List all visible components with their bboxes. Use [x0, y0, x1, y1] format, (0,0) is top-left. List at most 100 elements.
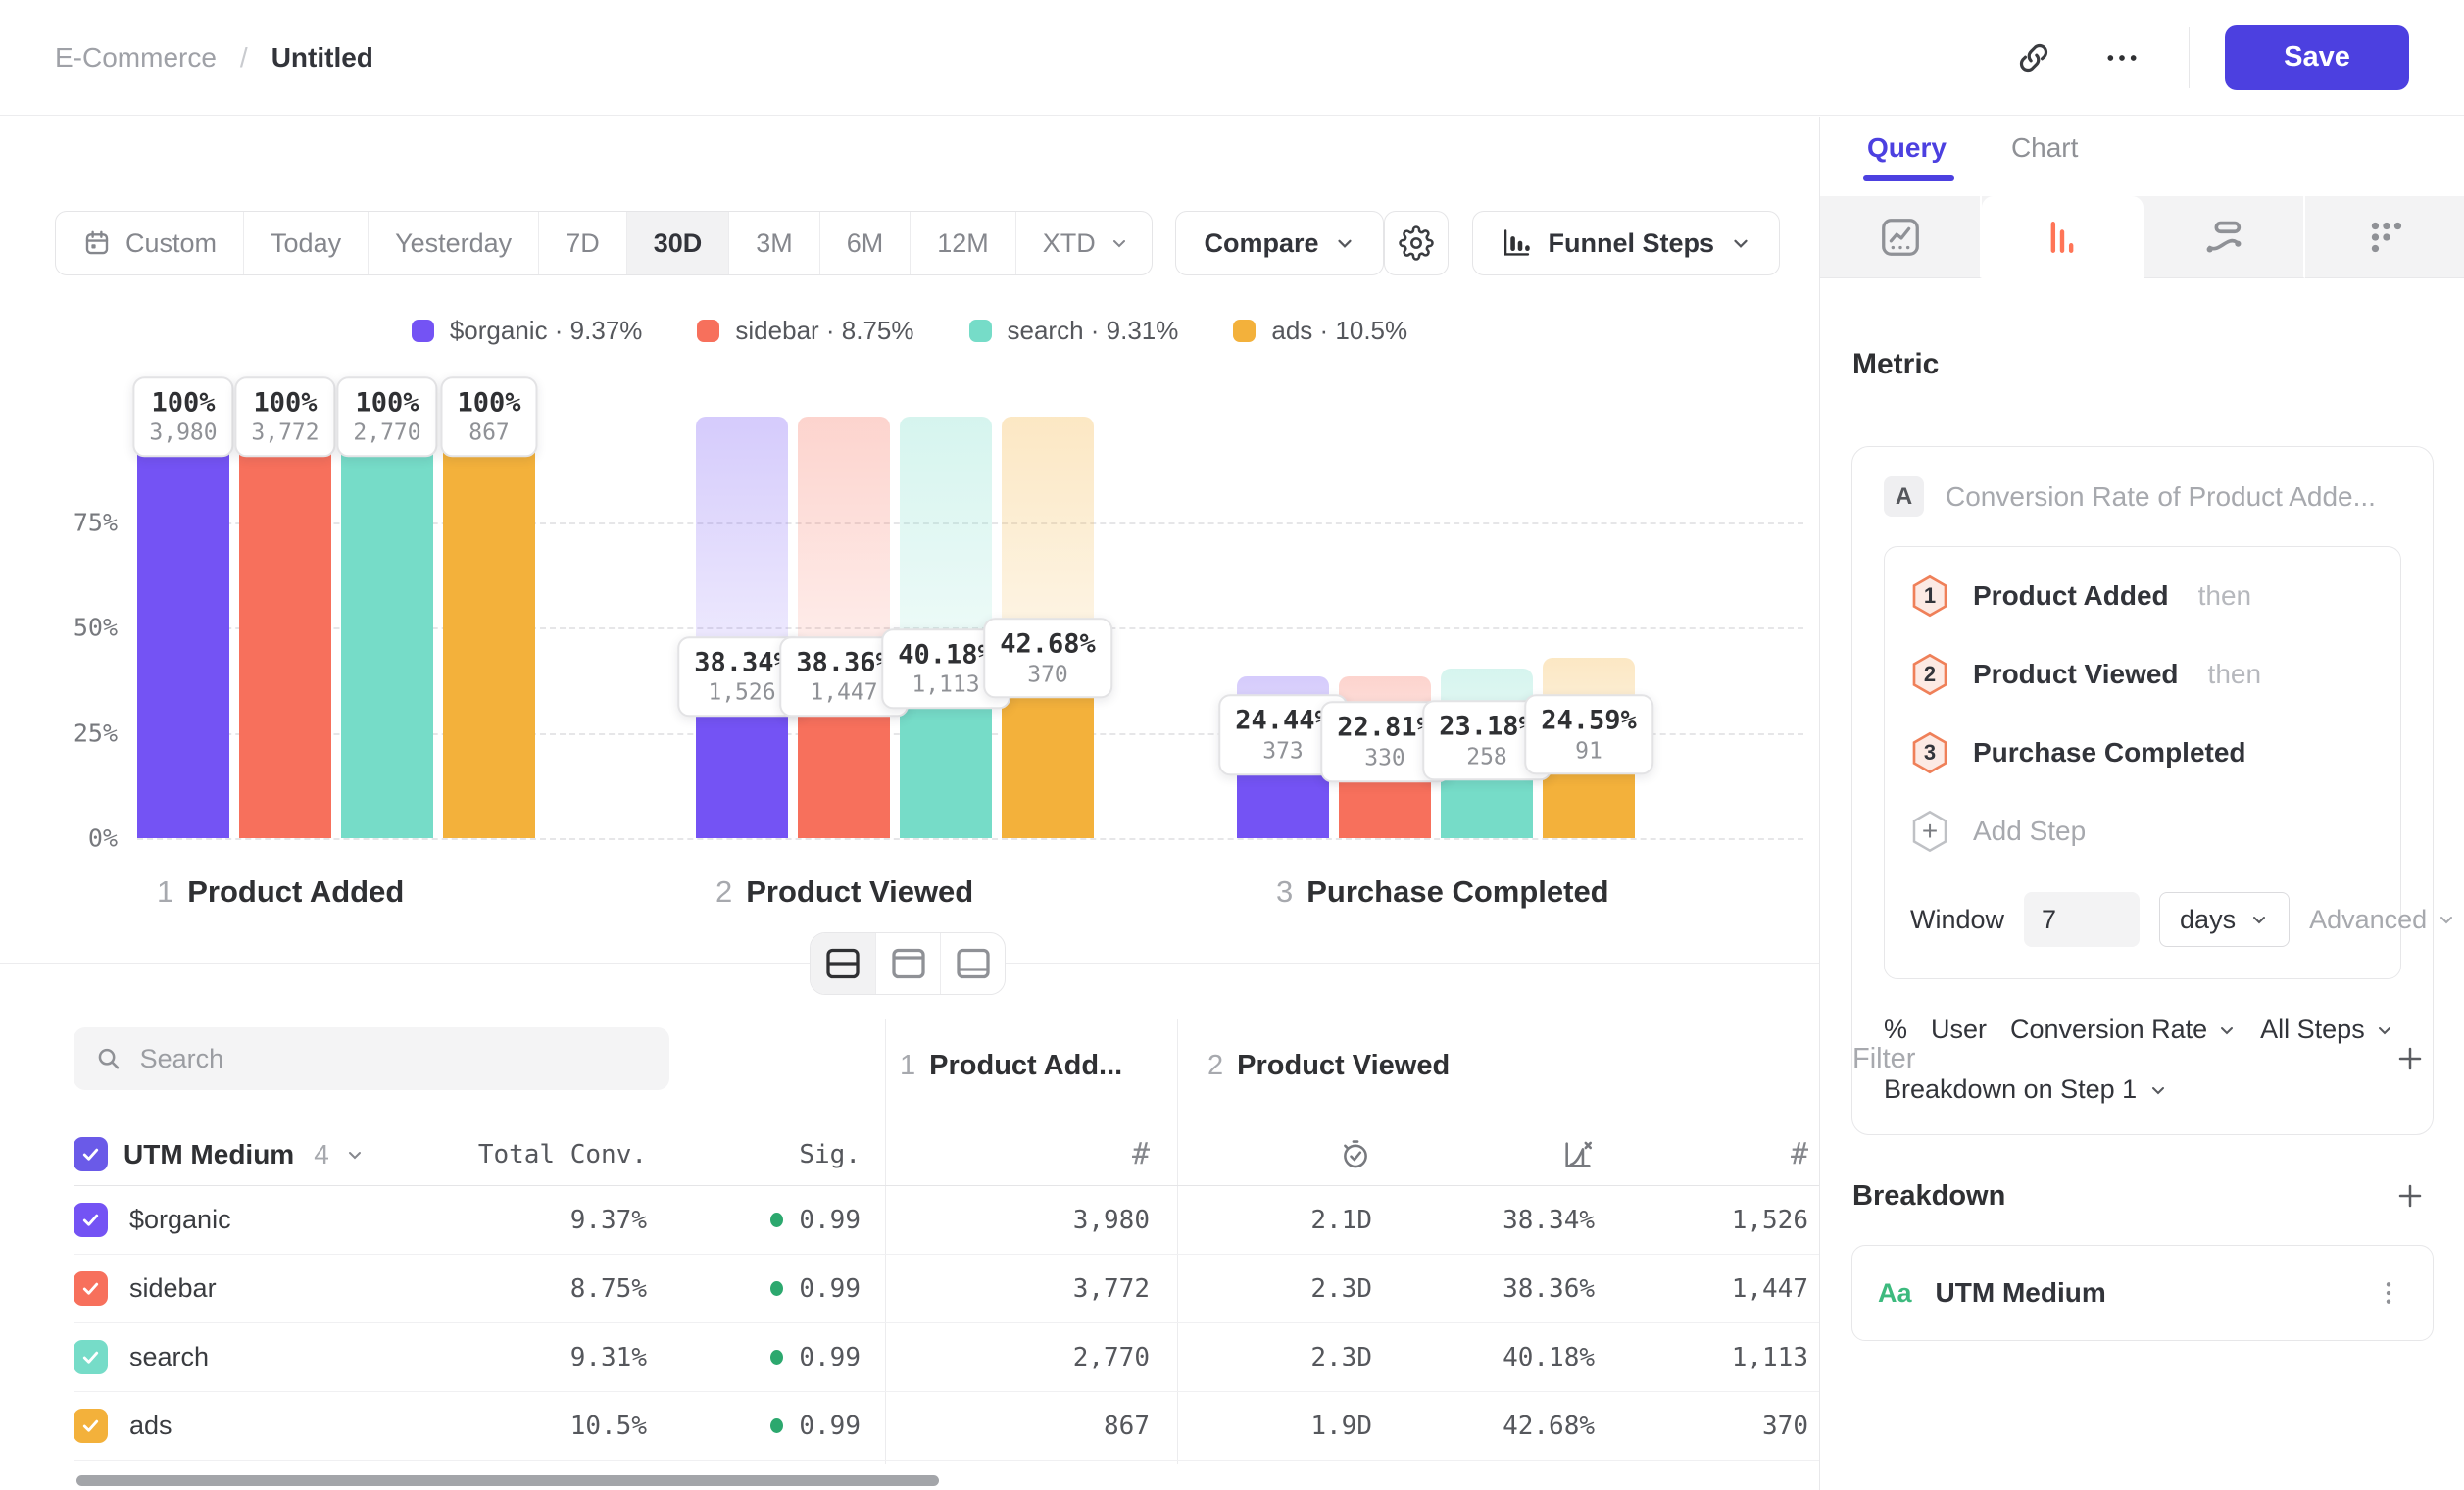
table-row[interactable]: sidebar8.75%0.993,7722.3D38.36%1,447 — [74, 1255, 1819, 1323]
window-unit-select[interactable]: days — [2159, 892, 2290, 947]
breakdown-options-button[interactable] — [2370, 1271, 2407, 1315]
funnels-tab[interactable] — [1982, 196, 2144, 278]
funnel-step-item[interactable]: 2Product Viewedthen — [1910, 653, 2375, 696]
table-group-column-header[interactable]: UTM Medium 4 — [74, 1137, 426, 1171]
flows-tab[interactable] — [2144, 196, 2305, 278]
time-to-convert-cell: 1.9D — [1177, 1412, 1397, 1441]
funnel-bar[interactable]: 22.81%330 — [1339, 417, 1431, 838]
tab-chart[interactable]: Chart — [2011, 132, 2078, 181]
funnel-step-axis-label: 2Product Viewed — [715, 874, 973, 910]
funnel-step-item[interactable]: 1Product Addedthen — [1910, 574, 2375, 618]
range-custom[interactable]: Custom — [56, 212, 243, 274]
check-icon — [80, 1416, 101, 1436]
funnel-bar[interactable]: 40.18%1,113 — [900, 417, 992, 838]
hash-icon: # — [1132, 1137, 1150, 1171]
chart-settings-button[interactable] — [1384, 211, 1449, 275]
add-filter-button[interactable] — [2391, 1040, 2429, 1077]
funnel-bar[interactable]: 100%2,770 — [341, 417, 433, 838]
breakdown-section: Breakdown — [1852, 1177, 2429, 1215]
step2-count-column-header[interactable]: # — [1619, 1137, 1819, 1171]
row-checkbox[interactable] — [74, 1340, 108, 1374]
funnels-icon — [2041, 216, 2084, 259]
report-title[interactable]: Untitled — [271, 42, 373, 74]
legend-item[interactable]: ads · 10.5% — [1233, 316, 1407, 346]
funnel-step-group: 38.34%1,52638.36%1,44740.18%1,11342.68%3… — [696, 417, 1094, 838]
breakdown-property-card[interactable]: Aa UTM Medium — [1851, 1245, 2434, 1341]
gridline — [137, 838, 1803, 840]
step2-time-column-header[interactable] — [1177, 1138, 1397, 1171]
table-search — [74, 1027, 669, 1090]
layout-chart-only-button[interactable] — [875, 933, 940, 994]
more-actions-button[interactable] — [2091, 26, 2153, 89]
funnel-bar[interactable]: 24.59%91 — [1543, 417, 1635, 838]
table-row[interactable]: $organic9.37%0.993,9802.1D38.34%1,526 — [74, 1186, 1819, 1255]
chart-view-selector[interactable]: Funnel Steps — [1472, 211, 1780, 275]
row-checkbox[interactable] — [74, 1271, 108, 1306]
table-row[interactable]: search9.31%0.992,7702.3D40.18%1,113 — [74, 1323, 1819, 1392]
funnel-bar[interactable]: 23.18%258 — [1441, 417, 1533, 838]
range-xtd[interactable]: XTD — [1015, 212, 1153, 274]
table-step2-group-header[interactable]: 2 Product Viewed — [1207, 1050, 1450, 1082]
funnel-steps-editor: 1Product Addedthen 2Product Viewedthen 3Pu… — [1884, 546, 2401, 979]
compare-button[interactable]: Compare — [1175, 211, 1384, 275]
breadcrumb-project[interactable]: E-Commerce — [55, 42, 217, 74]
legend-swatch — [697, 320, 719, 342]
check-icon — [80, 1278, 101, 1299]
total-conv-column-header[interactable]: Total Conv. — [426, 1140, 647, 1169]
funnel-bar[interactable]: 38.34%1,526 — [696, 417, 788, 838]
breakdown-on-step-select[interactable]: Breakdown on Step 1 — [1884, 1074, 2401, 1105]
row-checkbox[interactable] — [74, 1409, 108, 1443]
legend-item[interactable]: search · 9.31% — [969, 316, 1179, 346]
breakdown-on-label: Breakdown on Step 1 — [1884, 1074, 2137, 1105]
range-3m[interactable]: 3M — [728, 212, 819, 274]
table-row[interactable]: ads10.5%0.998671.9D42.68%370 — [74, 1392, 1819, 1461]
report-canvas: CustomTodayYesterday7D30D3M6M12MXTD Comp… — [0, 117, 1819, 1490]
query-panel: Query Chart — [1819, 117, 2464, 1490]
funnel-bar[interactable]: 42.68%370 — [1002, 417, 1094, 838]
funnel-bar[interactable]: 100%867 — [443, 417, 535, 838]
insights-tab[interactable] — [1820, 196, 1982, 278]
metric-summary[interactable]: A Conversion Rate of Product Adde... — [1884, 476, 2401, 517]
horizontal-scrollbar-thumb[interactable] — [76, 1475, 939, 1486]
range-12m[interactable]: 12M — [910, 212, 1015, 274]
layout-table-only-button[interactable] — [940, 933, 1005, 994]
legend-item[interactable]: sidebar · 8.75% — [697, 316, 913, 346]
funnel-bar[interactable]: 24.44%373 — [1237, 417, 1329, 838]
row-name: ads — [129, 1411, 172, 1441]
funnel-bar-value-label: 100%3,980 — [132, 376, 233, 458]
chevron-down-icon — [1109, 233, 1129, 253]
step1-count-column-header[interactable]: # — [885, 1137, 1177, 1171]
layout-split-button[interactable] — [811, 933, 875, 994]
advanced-toggle[interactable]: Advanced — [2309, 905, 2456, 935]
tab-query[interactable]: Query — [1867, 132, 1947, 181]
window-value-input[interactable] — [2024, 892, 2140, 947]
funnel-bar[interactable]: 38.36%1,447 — [798, 417, 890, 838]
total-conversion-cell: 9.31% — [426, 1343, 647, 1372]
add-breakdown-button[interactable] — [2391, 1177, 2429, 1215]
funnel-bar[interactable]: 100%3,772 — [239, 417, 331, 838]
funnel-bar[interactable]: 100%3,980 — [137, 417, 229, 838]
sig-column-header[interactable]: Sig. — [647, 1140, 885, 1169]
step1-count-cell: 2,770 — [885, 1343, 1177, 1372]
funnel-step-item[interactable]: 3Purchase Completed — [1910, 731, 2375, 774]
kebab-icon — [2376, 1277, 2401, 1309]
search-input[interactable] — [140, 1044, 648, 1074]
select-all-checkbox[interactable] — [74, 1137, 108, 1171]
row-name: search — [129, 1342, 209, 1372]
funnel-step-axis-label: 1Product Added — [157, 874, 404, 910]
table-step1-group-header[interactable]: 1 Product Add... — [900, 1050, 1122, 1082]
range-6m[interactable]: 6M — [819, 212, 911, 274]
retention-tab[interactable] — [2305, 196, 2464, 278]
range-7d[interactable]: 7D — [538, 212, 626, 274]
range-today[interactable]: Today — [243, 212, 368, 274]
range-30d[interactable]: 30D — [626, 212, 729, 274]
total-conversion-cell: 8.75% — [426, 1274, 647, 1304]
range-yesterday[interactable]: Yesterday — [368, 212, 538, 274]
step2-conv-column-header[interactable] — [1397, 1138, 1619, 1171]
copy-link-button[interactable] — [2002, 26, 2065, 89]
add-step-button[interactable]: + Add Step — [1910, 810, 2375, 853]
row-checkbox[interactable] — [74, 1203, 108, 1237]
chevron-down-icon — [2249, 910, 2269, 929]
legend-item[interactable]: $organic · 9.37% — [412, 316, 643, 346]
save-button[interactable]: Save — [2225, 25, 2409, 90]
